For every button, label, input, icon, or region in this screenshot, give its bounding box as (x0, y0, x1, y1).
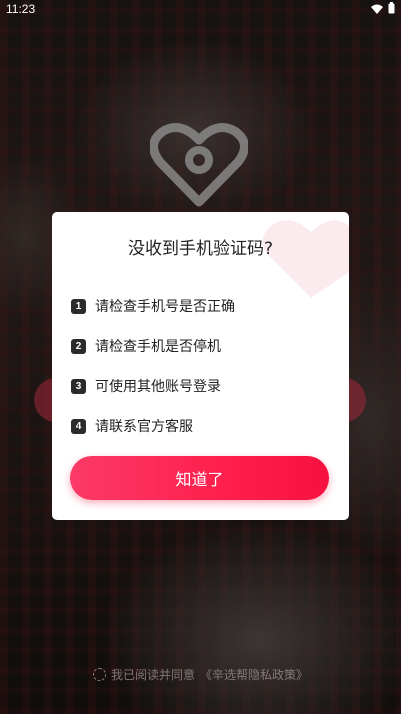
battery-icon (388, 2, 395, 17)
privacy-policy-link[interactable]: 《辛选帮隐私政策》 (200, 666, 308, 683)
privacy-agreement: 我已阅读并同意 《辛选帮隐私政策》 (0, 666, 401, 683)
tip-number-badge: 4 (71, 418, 86, 434)
tip-text: 请检查手机是否停机 (95, 339, 221, 355)
list-item: 2 请检查手机是否停机 (71, 326, 235, 366)
confirm-button[interactable]: 知道了 (70, 456, 329, 500)
status-bar: 11:23 (0, 0, 401, 18)
tip-text: 可使用其他账号登录 (95, 379, 221, 395)
agreement-text: 我已阅读并同意 (110, 668, 195, 682)
status-time: 11:23 (6, 2, 36, 16)
tip-number-badge: 2 (71, 338, 86, 354)
agreement-checkbox[interactable] (92, 668, 106, 681)
tip-number-badge: 3 (71, 378, 86, 394)
dialog-title: 没收到手机验证码? (127, 239, 274, 259)
list-item: 1 请检查手机号是否正确 (71, 286, 235, 326)
app-logo (149, 122, 249, 208)
tip-text: 请检查手机号是否正确 (95, 299, 235, 315)
tips-list: 1 请检查手机号是否正确 2 请检查手机是否停机 3 可使用其他账号登录 4 请… (71, 286, 235, 446)
login-screen: 11:23 我已阅读并同意 《辛选帮隐私政策》 没收到手机验证码? 1 请检查手… (0, 0, 401, 714)
list-item: 3 可使用其他账号登录 (71, 366, 235, 406)
verification-help-dialog: 没收到手机验证码? 1 请检查手机号是否正确 2 请检查手机是否停机 3 可使用… (52, 212, 349, 520)
wifi-icon (371, 3, 383, 17)
status-icons (371, 2, 395, 17)
tip-text: 请联系官方客服 (95, 419, 193, 435)
tip-number-badge: 1 (71, 298, 86, 314)
list-item: 4 请联系官方客服 (71, 406, 235, 446)
